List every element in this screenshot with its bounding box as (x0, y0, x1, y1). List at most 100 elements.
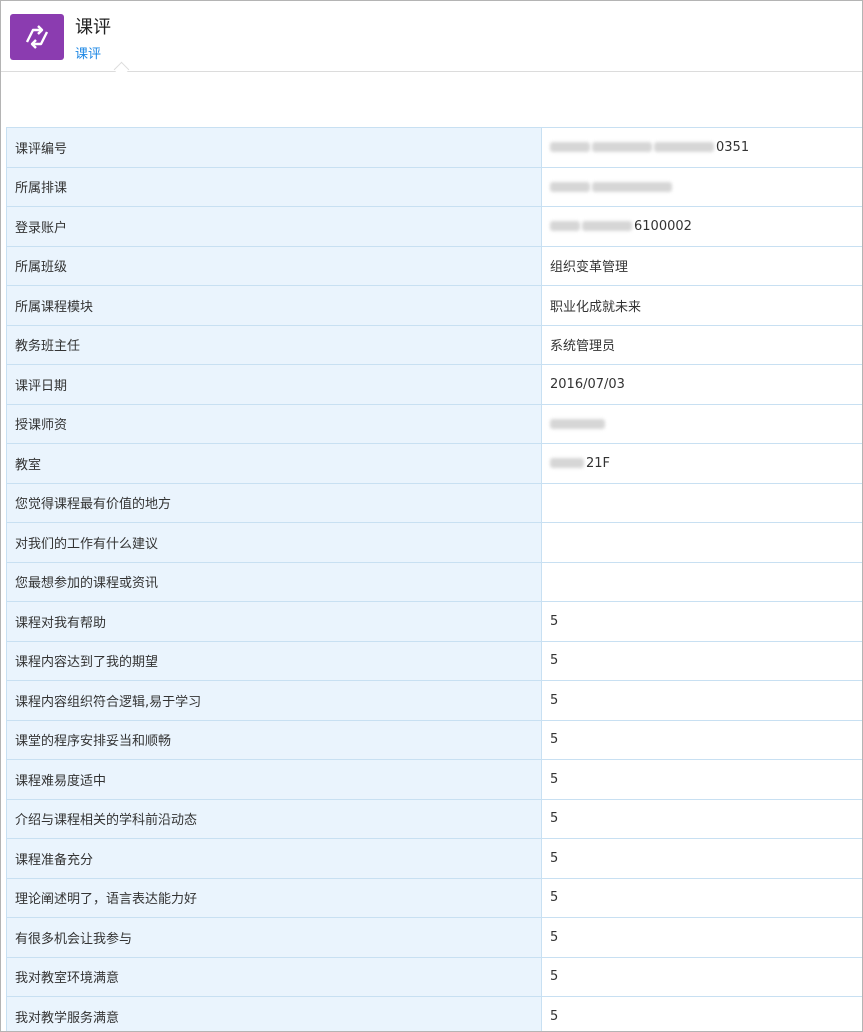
field-value-cell: 21F (541, 443, 862, 484)
field-value-cell: 5 (541, 601, 862, 642)
field-value-cell: 5 (541, 759, 862, 800)
field-value: 职业化成就未来 (550, 299, 642, 315)
field-value: 5 (550, 929, 559, 945)
field-label: 课程内容达到了我的期望 (6, 640, 542, 681)
field-label: 所属课程模块 (6, 285, 542, 326)
field-value-cell: 5 (541, 719, 862, 760)
table-row: 对我们的工作有什么建议 (6, 522, 862, 563)
field-value: 5 (550, 850, 559, 866)
field-value-cell (541, 522, 862, 563)
field-value-cell (541, 166, 862, 207)
table-row: 所属排课 (6, 166, 862, 207)
field-value-cell: 职业化成就未来 (541, 285, 862, 326)
redacted-text (592, 181, 672, 192)
field-value: 2016/07/03 (550, 376, 625, 392)
field-label: 课程内容组织符合逻辑,易于学习 (6, 680, 542, 721)
field-label: 授课师资 (6, 403, 542, 444)
field-value: 0351 (716, 139, 750, 155)
field-label: 我对教室环境满意 (6, 956, 542, 997)
table-row: 介绍与课程相关的学科前沿动态 5 (6, 798, 862, 839)
page-title: 课评 (75, 17, 111, 38)
field-value: 5 (550, 811, 559, 827)
field-value: 5 (550, 1008, 559, 1024)
field-value: 5 (550, 613, 559, 629)
field-value: 5 (550, 653, 559, 669)
table-row: 我对教室环境满意 5 (6, 956, 862, 997)
field-label: 有很多机会让我参与 (6, 917, 542, 958)
field-label: 对我们的工作有什么建议 (6, 522, 542, 563)
redacted-text (592, 142, 652, 153)
redacted-text (654, 142, 714, 153)
field-label: 登录账户 (6, 206, 542, 247)
field-value-cell: 0351 (541, 127, 862, 168)
field-value-cell: 5 (541, 838, 862, 879)
field-label: 课堂的程序安排妥当和顺畅 (6, 719, 542, 760)
table-row: 所属课程模块 职业化成就未来 (6, 285, 862, 326)
table-row: 您觉得课程最有价值的地方 (6, 482, 862, 523)
tab-course-review[interactable]: 课评 (75, 43, 101, 62)
table-row: 课程内容组织符合逻辑,易于学习 5 (6, 680, 862, 721)
field-label: 所属班级 (6, 245, 542, 286)
table-row: 所属班级 组织变革管理 (6, 245, 862, 286)
field-label: 所属排课 (6, 166, 542, 207)
field-value: 5 (550, 969, 559, 985)
field-value-cell: 5 (541, 917, 862, 958)
window-frame: 课评 课评 课评编号 0351 所属排课 登录账户 6100002 所属班级 组织变革管理所… (0, 0, 863, 1032)
field-label: 您最想参加的课程或资讯 (6, 561, 542, 602)
field-value-cell: 系统管理员 (541, 324, 862, 365)
table-row: 有很多机会让我参与 5 (6, 917, 862, 958)
field-value-cell (541, 561, 862, 602)
field-label: 课程对我有帮助 (6, 601, 542, 642)
field-label: 教室 (6, 443, 542, 484)
redacted-text (582, 221, 632, 232)
review-detail-table: 课评编号 0351 所属排课 登录账户 6100002 所属班级 组织变革管理 所属课程模块职… (6, 127, 862, 1031)
field-value-cell: 5 (541, 680, 862, 721)
exchange-icon (25, 25, 49, 49)
table-row: 授课师资 (6, 403, 862, 444)
field-value-cell: 5 (541, 640, 862, 681)
table-row: 课评日期 2016/07/03 (6, 364, 862, 405)
table-row: 理论阐述明了，语言表达能力好 5 (6, 877, 862, 918)
field-label: 课评日期 (6, 364, 542, 405)
table-row: 课堂的程序安排妥当和顺畅 5 (6, 719, 862, 760)
field-value: 21F (586, 455, 611, 471)
redacted-text (550, 418, 605, 429)
field-label: 课程准备充分 (6, 838, 542, 879)
app-icon[interactable] (10, 14, 64, 60)
field-value-cell: 2016/07/03 (541, 364, 862, 405)
redacted-text (550, 142, 590, 153)
redacted-text (550, 181, 590, 192)
field-label: 课程难易度适中 (6, 759, 542, 800)
table-row: 我对教学服务满意 5 (6, 996, 862, 1031)
field-value-cell: 5 (541, 877, 862, 918)
page-header: 课评 课评 (1, 1, 862, 78)
field-value-cell (541, 403, 862, 444)
field-label: 理论阐述明了，语言表达能力好 (6, 877, 542, 918)
field-value: 系统管理员 (550, 339, 616, 355)
field-label: 介绍与课程相关的学科前沿动态 (6, 798, 542, 839)
table-row: 您最想参加的课程或资讯 (6, 561, 862, 602)
field-label: 课评编号 (6, 127, 542, 168)
redacted-text (550, 458, 584, 469)
table-row: 教室 21F (6, 443, 862, 484)
field-label: 教务班主任 (6, 324, 542, 365)
field-value-cell: 组织变革管理 (541, 245, 862, 286)
table-row: 课评编号 0351 (6, 127, 862, 168)
field-value: 组织变革管理 (550, 260, 629, 276)
field-value: 5 (550, 771, 559, 787)
field-value: 5 (550, 692, 559, 708)
field-value-cell: 5 (541, 798, 862, 839)
table-row: 登录账户 6100002 (6, 206, 862, 247)
field-value: 6100002 (634, 218, 692, 234)
field-label: 我对教学服务满意 (6, 996, 542, 1031)
field-value-cell (541, 482, 862, 523)
table-row: 课程内容达到了我的期望 5 (6, 640, 862, 681)
field-value: 5 (550, 890, 559, 906)
table-row: 课程对我有帮助 5 (6, 601, 862, 642)
table-row: 课程难易度适中 5 (6, 759, 862, 800)
field-value-cell: 5 (541, 996, 862, 1031)
tab-active-caret (113, 61, 130, 78)
field-label: 您觉得课程最有价值的地方 (6, 482, 542, 523)
field-value: 5 (550, 732, 559, 748)
field-value-cell: 5 (541, 956, 862, 997)
